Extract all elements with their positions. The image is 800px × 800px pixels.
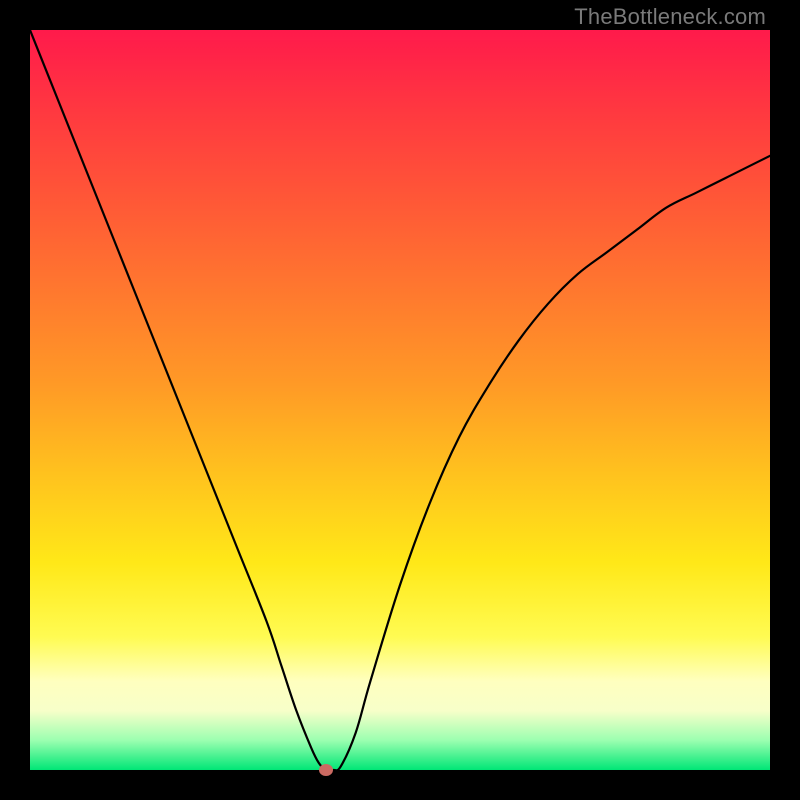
chart-frame: TheBottleneck.com bbox=[0, 0, 800, 800]
curve-svg bbox=[30, 30, 770, 770]
minimum-marker bbox=[319, 764, 333, 776]
watermark-text: TheBottleneck.com bbox=[574, 4, 766, 30]
plot-area bbox=[30, 30, 770, 770]
bottleneck-curve bbox=[30, 30, 770, 770]
